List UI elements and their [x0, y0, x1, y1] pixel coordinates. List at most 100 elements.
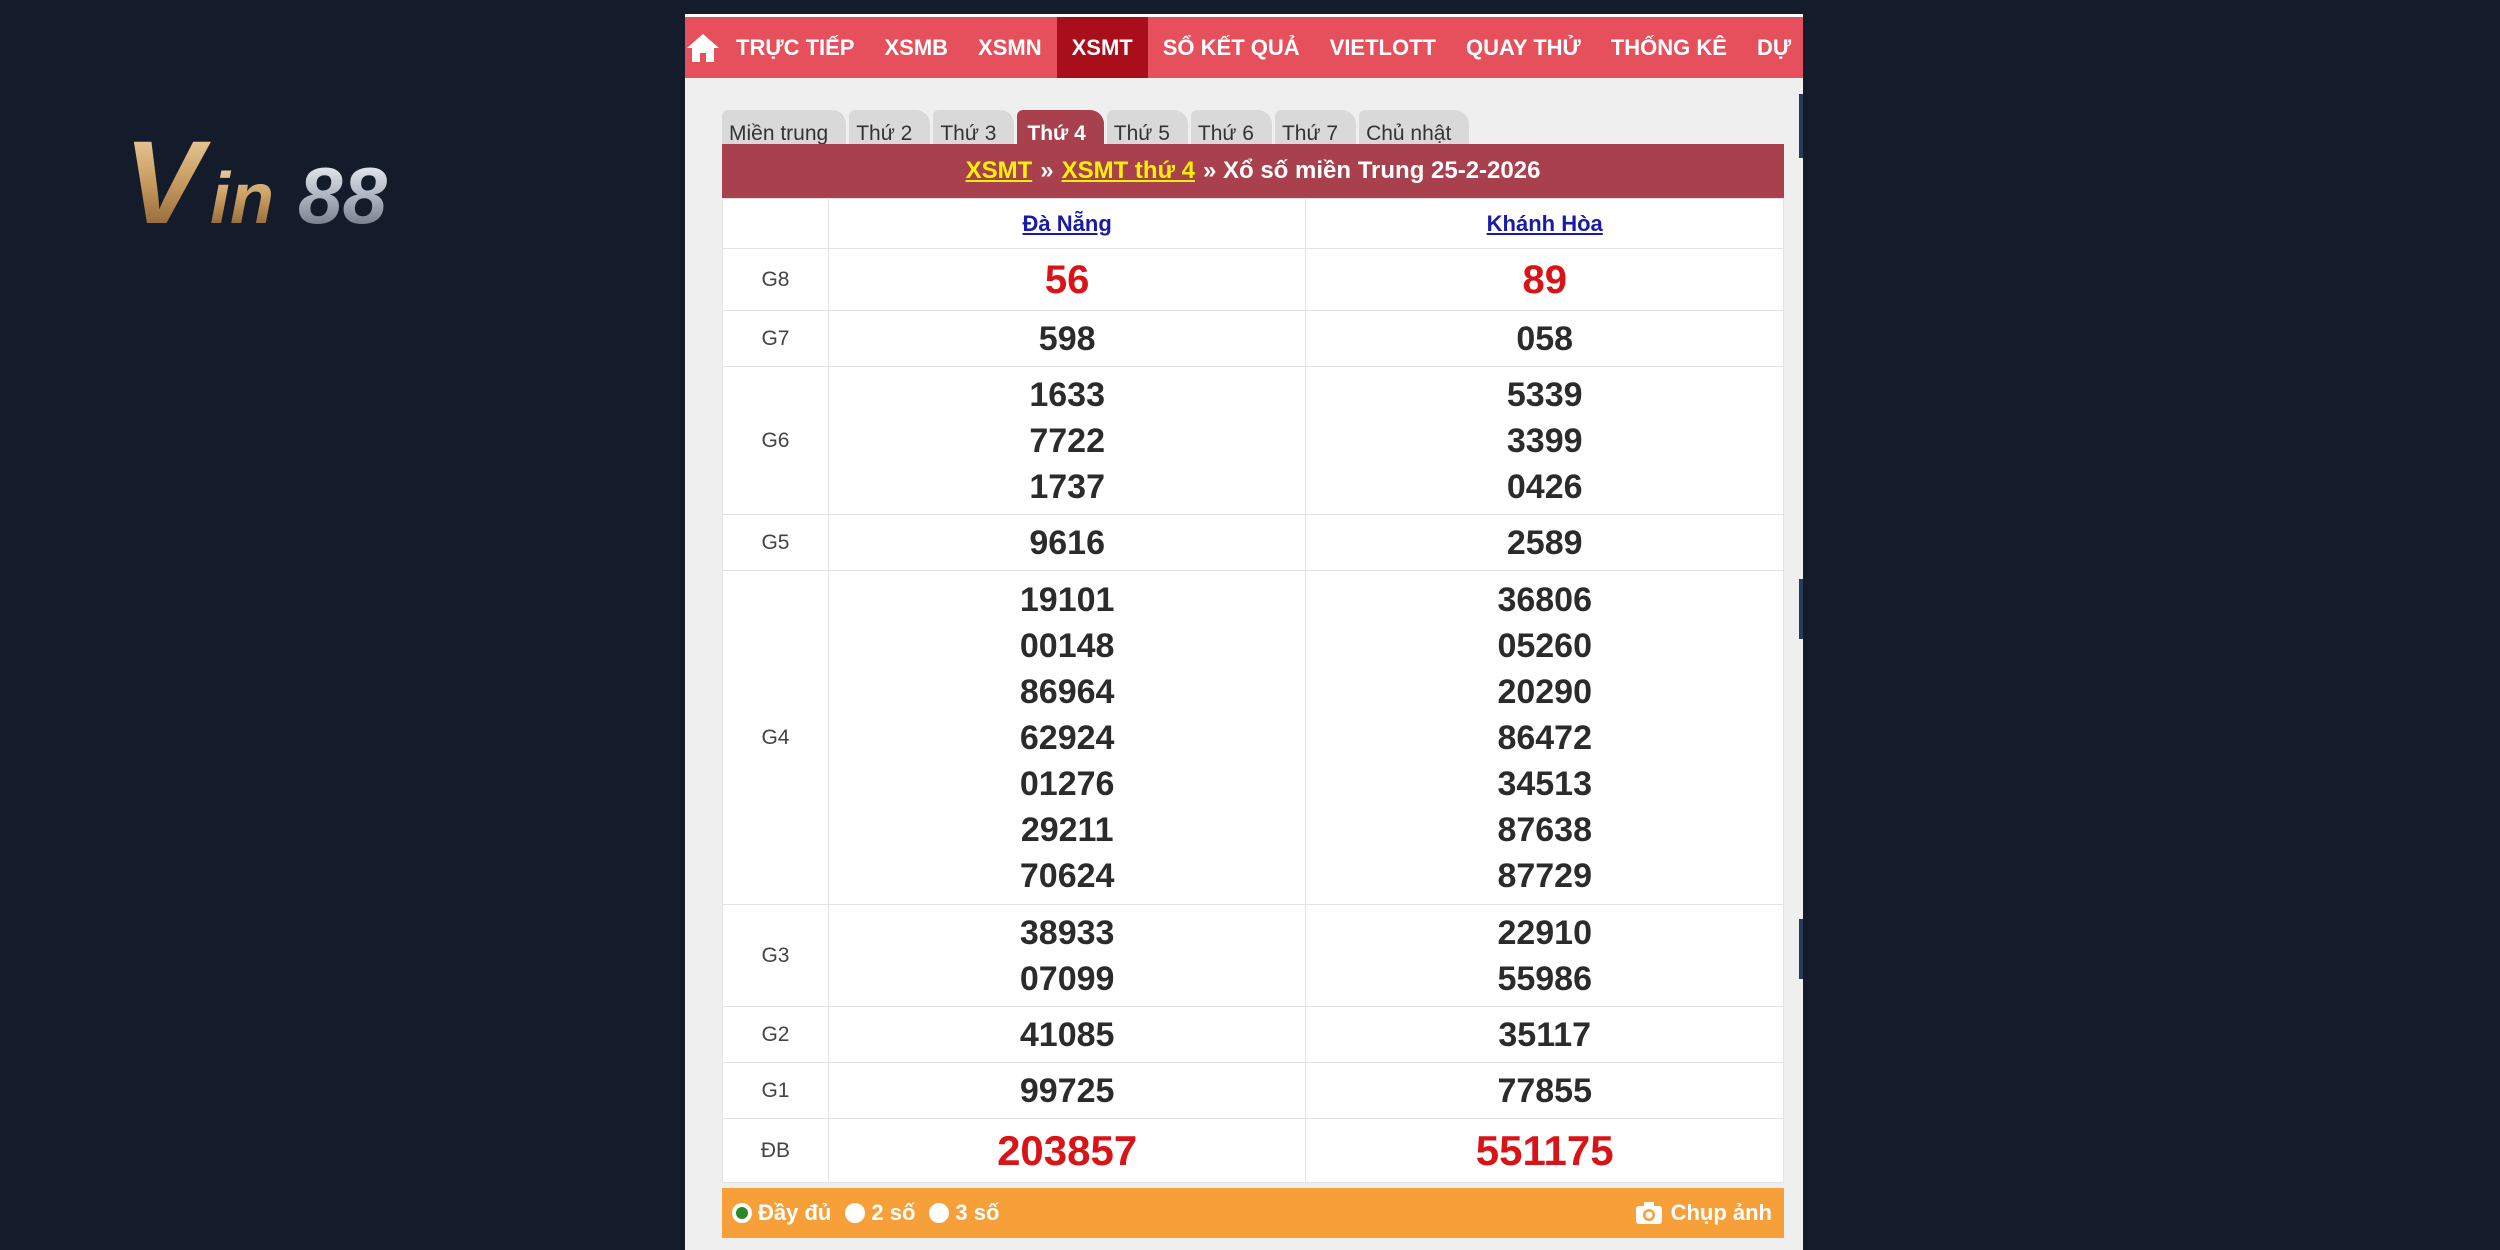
- nav-item-xsmt[interactable]: XSMT: [1056, 17, 1148, 78]
- prize-number: 598: [1038, 319, 1096, 358]
- prize-label: ĐB: [722, 1118, 829, 1183]
- province-link-khanh-hoa[interactable]: Khánh Hòa: [1487, 211, 1603, 236]
- prize-cell: 5339 3399 0426: [1305, 366, 1784, 515]
- prize-number: 19101: [1019, 580, 1115, 619]
- nav-item-xsmb[interactable]: XSMB: [869, 17, 963, 78]
- nav-item-vietlott[interactable]: VIETLOTT: [1315, 17, 1451, 78]
- capture-button[interactable]: Chụp ảnh: [1635, 1200, 1772, 1226]
- prize-number: 86964: [1019, 672, 1115, 711]
- option-full[interactable]: Đầy đủ: [732, 1200, 831, 1226]
- prize-number: 86472: [1497, 718, 1592, 757]
- nav-item-so-ket-qua[interactable]: SỔ KẾT QUẢ: [1148, 17, 1315, 78]
- main-panel: TRỰC TIẾP XSMB XSMN XSMT SỔ KẾT QUẢ VIET…: [685, 14, 1803, 1250]
- prize-number: 5339: [1506, 375, 1583, 414]
- prize-row-g3: G3 38933 07099 22910 55986: [722, 904, 1784, 1007]
- prize-cell: 41085: [827, 1006, 1307, 1063]
- prize-label: G2: [722, 1006, 829, 1063]
- prize-number: 56: [1044, 257, 1090, 302]
- prize-label: G3: [722, 904, 829, 1007]
- prize-cell: 598: [827, 310, 1307, 367]
- radio-2-digits[interactable]: [845, 1203, 866, 1223]
- prize-cell: 551175: [1305, 1118, 1784, 1183]
- prize-number: 1737: [1029, 467, 1105, 506]
- prize-number: 70624: [1019, 856, 1115, 895]
- prize-number: 35117: [1498, 1015, 1592, 1054]
- prize-number: 55986: [1497, 959, 1592, 998]
- prize-row-đb: ĐB 203857 551175: [722, 1118, 1784, 1183]
- province-header-cell: Khánh Hòa: [1305, 198, 1784, 249]
- prize-number: 551175: [1475, 1126, 1614, 1174]
- prize-number: 7722: [1029, 421, 1105, 460]
- province-header-cell: Đà Nẵng: [827, 198, 1307, 249]
- prize-number: 87729: [1497, 856, 1592, 895]
- nav-item-truc-tiep[interactable]: TRỰC TIẾP: [721, 17, 869, 78]
- prize-cell: 2589: [1305, 514, 1784, 571]
- prize-cell: 89: [1305, 248, 1784, 311]
- prize-number: 36806: [1497, 580, 1592, 619]
- option-3-digits[interactable]: 3 số: [929, 1200, 999, 1226]
- prize-label: G8: [722, 248, 829, 311]
- prize-cell: 38933 07099: [827, 904, 1307, 1007]
- prize-number: 62924: [1019, 718, 1115, 757]
- prize-row-g5: G5 9616 2589: [722, 514, 1784, 571]
- prize-label: G1: [722, 1062, 829, 1119]
- prize-number: 203857: [997, 1126, 1138, 1174]
- nav-item-thong-ke[interactable]: THỐNG KÊ: [1596, 17, 1742, 78]
- prize-cell: 1633 7722 1737: [827, 366, 1307, 515]
- prize-number: 34513: [1497, 764, 1592, 803]
- radio-full[interactable]: [732, 1203, 752, 1223]
- prize-number: 9616: [1029, 523, 1105, 562]
- nav-item-quay-thu[interactable]: QUAY THỬ: [1451, 17, 1596, 78]
- prize-number: 01276: [1019, 764, 1115, 803]
- prize-number: 99725: [1019, 1071, 1115, 1110]
- prize-label: G5: [722, 514, 829, 571]
- breadcrumb-separator: »: [1040, 157, 1054, 184]
- prize-number: 41085: [1019, 1015, 1115, 1054]
- prize-row-g6: G6 1633 7722 1737 5339 3399 0426: [722, 366, 1784, 515]
- vin88-logo: V in 88: [120, 117, 490, 249]
- prize-row-g8: G8 56 89: [722, 248, 1784, 311]
- prize-number: 22910: [1497, 913, 1592, 952]
- result-table-container: XSMT » XSMT thứ 4 » Xổ số miền Trung 25-…: [722, 144, 1784, 1183]
- lottery-results-table: Đà Nẵng Khánh Hòa G8 56 89 G7 598 058 G6 1633 77…: [722, 198, 1784, 1183]
- prize-cell: 56: [827, 248, 1307, 311]
- option-3-digits-label: 3 số: [955, 1200, 1000, 1225]
- display-options-bar: Đầy đủ 2 số 3 số Chụp ảnh: [722, 1188, 1784, 1238]
- option-2-digits[interactable]: 2 số: [845, 1200, 915, 1226]
- breadcrumb-xsmt-thu4-link[interactable]: XSMT thứ 4: [1062, 157, 1195, 185]
- prize-cell: 36806 05260 20290 86472 34513 87638 87729: [1305, 570, 1784, 905]
- logo-letter-v: V: [124, 118, 211, 238]
- prize-cell: 35117: [1305, 1006, 1784, 1063]
- province-header-row: Đà Nẵng Khánh Hòa: [722, 198, 1784, 249]
- header-empty-cell: [722, 198, 829, 249]
- prize-row-g4: G4 19101 00148 86964 62924 01276 29211 70624 368…: [722, 570, 1784, 905]
- scroll-edge-mark: [1799, 579, 1803, 639]
- prize-label: G6: [722, 366, 829, 515]
- result-title-text: » Xổ số miền Trung 25-2-2026: [1202, 157, 1541, 184]
- prize-number: 20290: [1497, 672, 1592, 711]
- logo-digits: 88: [298, 151, 387, 238]
- nav-item-xsmn[interactable]: XSMN: [963, 17, 1057, 78]
- prize-number: 1633: [1029, 375, 1105, 414]
- breadcrumb-xsmt-link[interactable]: XSMT: [966, 157, 1033, 185]
- prize-cell: 19101 00148 86964 62924 01276 29211 70624: [827, 570, 1307, 905]
- prize-number: 29211: [1020, 810, 1114, 849]
- prize-row-g2: G2 41085 35117: [722, 1006, 1784, 1063]
- scroll-edge-mark: [1799, 919, 1803, 979]
- prize-cell: 203857: [827, 1118, 1307, 1183]
- logo-letters-in: in: [210, 159, 274, 238]
- capture-label: Chụp ảnh: [1670, 1200, 1772, 1225]
- result-title: XSMT » XSMT thứ 4 » Xổ số miền Trung 25-…: [722, 144, 1784, 198]
- option-full-label: Đầy đủ: [758, 1200, 832, 1225]
- province-link-da-nang[interactable]: Đà Nẵng: [1023, 211, 1112, 236]
- top-nav: TRỰC TIẾP XSMB XSMN XSMT SỔ KẾT QUẢ VIET…: [685, 14, 1803, 78]
- prize-number: 89: [1522, 257, 1567, 302]
- prize-cell: 99725: [827, 1062, 1307, 1119]
- camera-icon: [1635, 1202, 1662, 1224]
- nav-item-du[interactable]: DỰ: [1742, 17, 1803, 78]
- home-button[interactable]: [685, 17, 721, 78]
- prize-number: 07099: [1019, 959, 1115, 998]
- option-2-digits-label: 2 số: [871, 1200, 916, 1225]
- radio-3-digits[interactable]: [929, 1203, 950, 1223]
- prize-cell: 77855: [1305, 1062, 1784, 1119]
